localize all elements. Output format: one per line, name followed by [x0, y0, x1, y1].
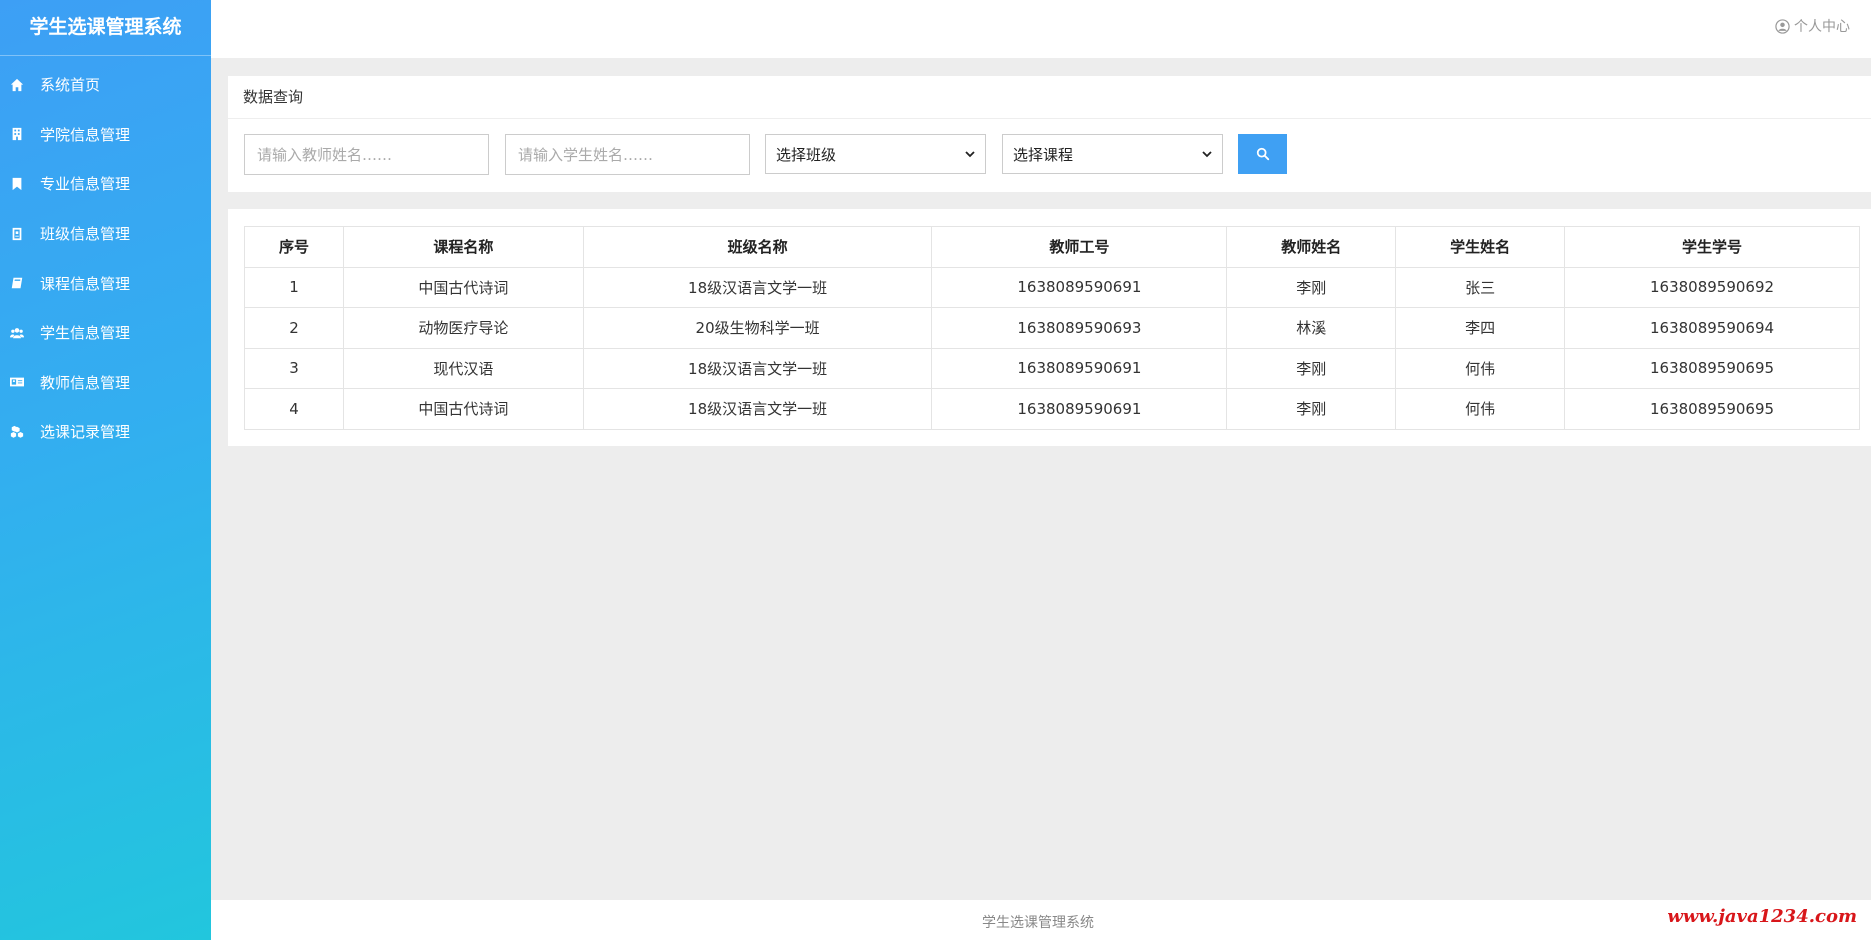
- table-cell: 1638089590691: [931, 388, 1228, 430]
- course-select-value: 选择课程: [1013, 145, 1074, 164]
- student-name-input[interactable]: [505, 134, 750, 175]
- sidebar-item-label: 专业信息管理: [40, 175, 131, 194]
- table-cell: 动物医疗导论: [342, 307, 584, 349]
- results-panel: 序号 课程名称 班级名称 教师工号 教师姓名 学生姓名 学生学号 1 中国古代诗…: [228, 209, 1871, 446]
- class-select-value: 选择班级: [776, 145, 837, 164]
- building-icon: [8, 125, 26, 143]
- chevron-down-icon: [965, 151, 975, 158]
- table-cell: 1638089590691: [931, 347, 1228, 389]
- table-cell: 1638089590695: [1564, 388, 1860, 430]
- table-cell: 4: [244, 388, 344, 430]
- search-panel-title: 数据查询: [228, 76, 1871, 119]
- table-cell: 李四: [1395, 307, 1566, 349]
- sidebar-item-college[interactable]: 学院信息管理: [0, 110, 211, 160]
- sidebar-item-student[interactable]: 学生信息管理: [0, 308, 211, 358]
- search-button[interactable]: [1238, 134, 1287, 174]
- table-row: 4 中国古代诗词 18级汉语言文学一班 1638089590691 李刚 何伟 …: [244, 388, 1860, 430]
- enrollment-table: 序号 课程名称 班级名称 教师工号 教师姓名 学生姓名 学生学号 1 中国古代诗…: [244, 226, 1860, 430]
- table-row: 2 动物医疗导论 20级生物科学一班 1638089590693 林溪 李四 1…: [244, 307, 1860, 349]
- sidebar: 学生选课管理系统 系统首页 学院信息管理 专业信息管理 班级信息管理 课程信息管…: [0, 0, 211, 940]
- sidebar-item-label: 教师信息管理: [40, 373, 131, 392]
- table-cell: 林溪: [1226, 307, 1397, 349]
- table-cell: 1638089590691: [931, 266, 1228, 308]
- user-center-link[interactable]: 个人中心: [1775, 16, 1850, 36]
- column-header: 班级名称: [582, 226, 933, 268]
- footer-text: 学生选课管理系统: [982, 915, 1094, 931]
- home-icon: [8, 76, 26, 94]
- sidebar-item-label: 选课记录管理: [40, 423, 131, 442]
- column-header: 课程名称: [342, 226, 584, 268]
- table-header-row: 序号 课程名称 班级名称 教师工号 教师姓名 学生姓名 学生学号: [244, 226, 1860, 268]
- app-title: 学生选课管理系统: [0, 0, 211, 56]
- top-header: 个人中心: [211, 0, 1871, 58]
- sidebar-item-home[interactable]: 系统首页: [0, 60, 211, 110]
- table-cell: 18级汉语言文学一班: [582, 347, 933, 389]
- id-card-icon: [8, 373, 26, 391]
- column-header: 序号: [244, 226, 344, 268]
- users-icon: [8, 324, 26, 342]
- watermark: www.java1234.com: [1667, 906, 1857, 927]
- column-header: 学生学号: [1564, 226, 1860, 268]
- user-center-label: 个人中心: [1794, 19, 1850, 35]
- table-cell: 何伟: [1395, 388, 1566, 430]
- search-icon: [1256, 147, 1269, 161]
- column-header: 教师姓名: [1226, 226, 1397, 268]
- chevron-down-icon: [1202, 151, 1212, 158]
- sidebar-item-teacher[interactable]: 教师信息管理: [0, 358, 211, 408]
- table-cell: 20级生物科学一班: [582, 307, 933, 349]
- sidebar-item-major[interactable]: 专业信息管理: [0, 159, 211, 209]
- table-cell: 18级汉语言文学一班: [582, 388, 933, 430]
- table-cell: 李刚: [1226, 347, 1397, 389]
- sidebar-item-course[interactable]: 课程信息管理: [0, 258, 211, 308]
- table-row: 3 现代汉语 18级汉语言文学一班 1638089590691 李刚 何伟 16…: [244, 347, 1860, 389]
- table-cell: 2: [244, 307, 344, 349]
- course-select[interactable]: 选择课程: [1002, 134, 1223, 174]
- table-cell: 1: [244, 266, 344, 308]
- table-cell: 李刚: [1226, 388, 1397, 430]
- sidebar-item-label: 系统首页: [40, 76, 101, 95]
- column-header: 学生姓名: [1395, 226, 1566, 268]
- sidebar-item-label: 学生信息管理: [40, 324, 131, 343]
- class-select[interactable]: 选择班级: [765, 134, 986, 174]
- table-cell: 1638089590695: [1564, 347, 1860, 389]
- table-cell: 1638089590694: [1564, 307, 1860, 349]
- column-header: 教师工号: [931, 226, 1228, 268]
- table-cell: 1638089590693: [931, 307, 1228, 349]
- bookmark-icon: [8, 175, 26, 193]
- teacher-name-input[interactable]: [244, 134, 489, 175]
- table-cell: 中国古代诗词: [342, 266, 584, 308]
- table-cell: 张三: [1395, 266, 1566, 308]
- sidebar-item-enrollment[interactable]: 选课记录管理: [0, 407, 211, 457]
- book-icon: [8, 274, 26, 292]
- table-cell: 现代汉语: [342, 347, 584, 389]
- table-cell: 18级汉语言文学一班: [582, 266, 933, 308]
- table-cell: 中国古代诗词: [342, 388, 584, 430]
- user-circle-icon: [1775, 18, 1790, 34]
- cubes-icon: [8, 423, 26, 441]
- sidebar-item-label: 学院信息管理: [40, 125, 131, 144]
- table-row: 1 中国古代诗词 18级汉语言文学一班 1638089590691 李刚 张三 …: [244, 266, 1860, 308]
- id-badge-icon: [8, 225, 26, 243]
- table-cell: 3: [244, 347, 344, 389]
- search-form: 选择班级 选择课程: [228, 119, 1871, 191]
- table-cell: 何伟: [1395, 347, 1566, 389]
- search-panel: 数据查询 选择班级 选择课程: [228, 76, 1871, 192]
- footer: 学生选课管理系统 www.java1234.com: [211, 900, 1871, 940]
- sidebar-nav: 系统首页 学院信息管理 专业信息管理 班级信息管理 课程信息管理 学生信息管理 …: [0, 56, 211, 457]
- sidebar-item-class[interactable]: 班级信息管理: [0, 209, 211, 259]
- table-cell: 李刚: [1226, 266, 1397, 308]
- sidebar-item-label: 班级信息管理: [40, 225, 131, 244]
- sidebar-item-label: 课程信息管理: [40, 274, 131, 293]
- table-cell: 1638089590692: [1564, 266, 1860, 308]
